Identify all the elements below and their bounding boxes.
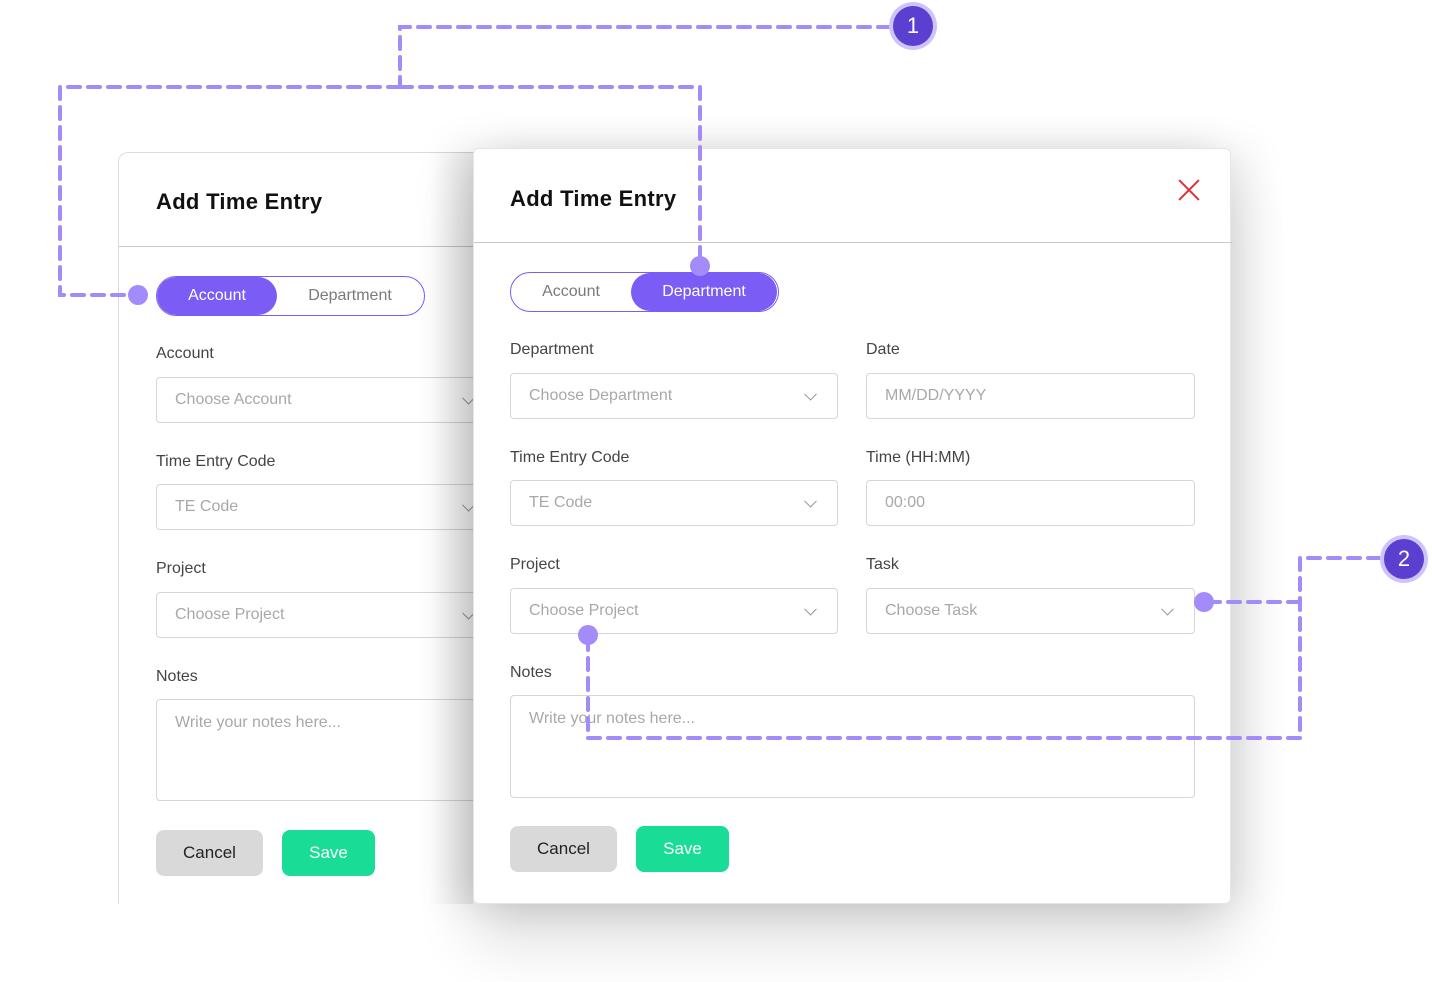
chevron-down-icon — [804, 494, 817, 508]
toggle-department[interactable]: Department — [631, 273, 777, 311]
toggle-account[interactable]: Account — [511, 273, 631, 311]
department-label: Department — [510, 341, 594, 358]
notes-textarea[interactable]: Write your notes here... — [510, 695, 1195, 798]
date-placeholder: MM/DD/YYYY — [885, 387, 987, 404]
cancel-button[interactable]: Cancel — [156, 830, 263, 876]
add-time-entry-dialog-account: Add Time Entry Account Department Accoun… — [118, 152, 499, 904]
annotation-1-line-a — [398, 25, 892, 89]
time-label: Time (HH:MM) — [866, 449, 971, 466]
te-code-select[interactable]: TE Code — [510, 480, 838, 526]
time-entry-code-label: Time Entry Code — [156, 453, 276, 470]
account-label: Account — [156, 345, 214, 362]
notes-label: Notes — [510, 664, 552, 681]
notes-textarea[interactable]: Write your notes here... — [156, 699, 496, 801]
account-placeholder: Choose Account — [175, 391, 292, 408]
annotation-badge-1: 1 — [893, 6, 933, 46]
dialog-title: Add Time Entry — [156, 189, 323, 214]
header-divider — [474, 242, 1232, 243]
project-select[interactable]: Choose Project — [510, 588, 838, 634]
task-label: Task — [866, 556, 899, 573]
account-select[interactable]: Choose Account — [156, 377, 496, 423]
department-select[interactable]: Choose Department — [510, 373, 838, 419]
date-label: Date — [866, 341, 900, 358]
department-placeholder: Choose Department — [529, 387, 673, 404]
toggle-department[interactable]: Department — [277, 277, 423, 315]
te-code-placeholder: TE Code — [175, 498, 239, 515]
project-placeholder: Choose Project — [529, 602, 639, 619]
save-button[interactable]: Save — [282, 830, 375, 876]
account-department-toggle: Account Department — [510, 272, 779, 312]
time-placeholder: 00:00 — [885, 494, 926, 511]
header-divider — [119, 246, 499, 247]
dialog-title: Add Time Entry — [510, 186, 677, 211]
toggle-account[interactable]: Account — [157, 277, 277, 315]
task-placeholder: Choose Task — [885, 602, 978, 619]
chevron-down-icon — [1161, 602, 1174, 616]
notes-label: Notes — [156, 668, 198, 685]
project-placeholder: Choose Project — [175, 606, 285, 623]
annotation-dot — [128, 285, 148, 305]
te-code-placeholder: TE Code — [529, 494, 593, 511]
notes-placeholder: Write your notes here... — [529, 710, 695, 727]
annotation-badge-2: 2 — [1384, 539, 1424, 579]
time-input[interactable]: 00:00 — [866, 480, 1195, 526]
project-select[interactable]: Choose Project — [156, 592, 496, 638]
time-entry-code-label: Time Entry Code — [510, 449, 630, 466]
date-input[interactable]: MM/DD/YYYY — [866, 373, 1195, 419]
chevron-down-icon — [804, 387, 817, 401]
te-code-select[interactable]: TE Code — [156, 484, 496, 530]
add-time-entry-dialog-department: Add Time Entry Account Department Depart… — [473, 148, 1232, 904]
annotation-dot — [578, 625, 598, 645]
annotation-dot — [690, 256, 710, 276]
project-label: Project — [156, 560, 206, 577]
annotation-dot — [1194, 592, 1214, 612]
notes-placeholder: Write your notes here... — [175, 714, 341, 731]
save-button[interactable]: Save — [636, 826, 729, 872]
account-department-toggle: Account Department — [156, 276, 425, 316]
project-label: Project — [510, 556, 560, 573]
close-icon[interactable] — [1178, 179, 1200, 201]
chevron-down-icon — [804, 602, 817, 616]
task-select[interactable]: Choose Task — [866, 588, 1195, 634]
cancel-button[interactable]: Cancel — [510, 826, 617, 872]
